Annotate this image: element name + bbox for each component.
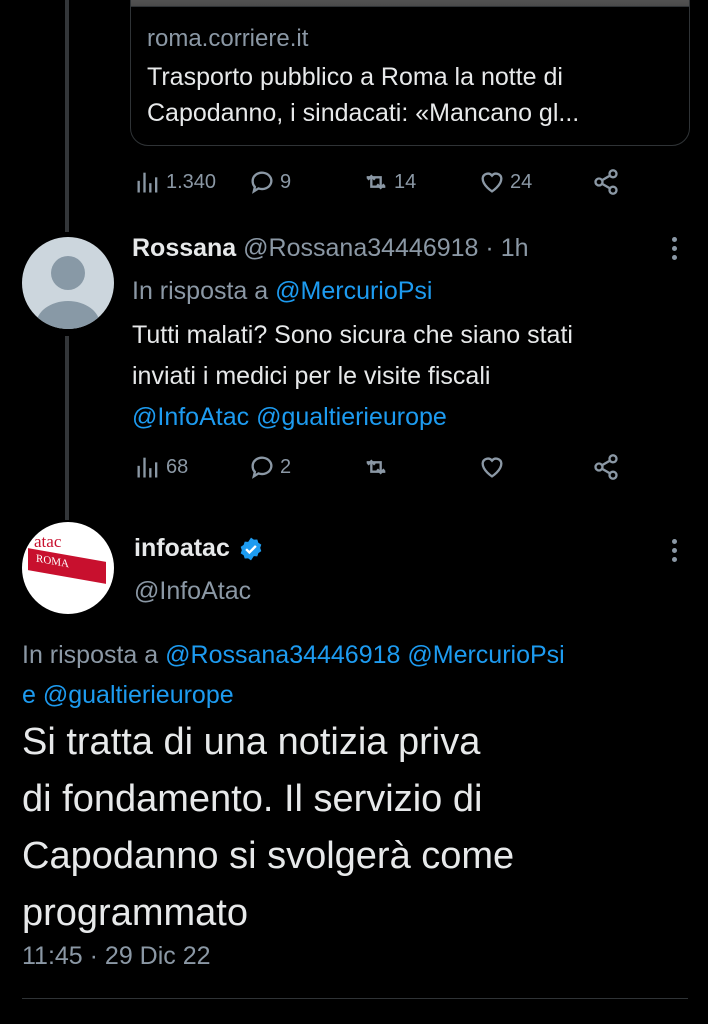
like-button[interactable] (478, 453, 510, 481)
link-preview-domain: roma.corriere.it (147, 25, 309, 52)
tweet3-header: infoatac (134, 534, 264, 563)
reply-count: 2 (280, 455, 292, 478)
mention-link[interactable]: @MercurioPsi (407, 641, 564, 669)
share-icon (594, 454, 618, 480)
share-button[interactable] (592, 168, 620, 196)
share-button[interactable] (592, 453, 620, 481)
tweet3-text: Si tratta di una notizia priva di fondam… (22, 714, 682, 942)
reply-icon (251, 171, 273, 194)
tweet2-header: Rossana @Rossana34446918 · 1h (132, 234, 529, 263)
divider (22, 998, 688, 999)
retweet-icon (366, 459, 386, 475)
thread-line-top (65, 0, 69, 232)
reply-button[interactable]: 2 (248, 453, 291, 481)
more-options-icon[interactable] (670, 539, 678, 562)
header-separator: · (485, 234, 494, 262)
mention-link[interactable]: @InfoAtac (132, 403, 249, 431)
heart-icon (481, 457, 503, 478)
reply-icon (251, 456, 273, 479)
tweet-text-line: inviati i medici per le visite fiscali (132, 362, 491, 390)
tweet-timestamp[interactable]: 11:45 · 29 Dic 22 (22, 942, 211, 971)
reply-button[interactable]: 9 (248, 168, 291, 196)
reply-context: In risposta a @MercurioPsi (132, 277, 433, 306)
reply-prefix: In risposta a (22, 641, 159, 669)
link-preview-card[interactable]: roma.corriere.it Trasporto pubblico a Ro… (130, 0, 690, 146)
retweet-button[interactable]: 14 (362, 168, 416, 196)
link-preview-title: Trasporto pubblico a Roma la notte di Ca… (147, 63, 580, 127)
mention-link[interactable]: @Rossana34446918 (165, 641, 400, 669)
atac-logo-banner-text: ROMA (36, 552, 70, 571)
tweet-text-line: Tutti malati? Sono sicura che siano stat… (132, 321, 573, 349)
views-button[interactable]: 68 (134, 453, 188, 481)
heart-icon (481, 172, 503, 193)
tweet-text-line: Si tratta di una notizia priva (22, 721, 481, 763)
reply-count: 9 (280, 170, 292, 193)
atac-logo: atac ROMA (22, 522, 114, 614)
reply-prefix: In risposta a (132, 277, 269, 305)
retweet-icon (366, 174, 386, 190)
tweet1-action-bar: 1.340 9 14 24 (134, 166, 694, 198)
views-count: 68 (166, 455, 189, 478)
tweet-text-line: programmato (22, 892, 248, 934)
reply-context: In risposta a @Rossana34446918 @Mercurio… (22, 635, 692, 715)
views-icon (137, 172, 158, 193)
tweet2-action-bar: 68 2 (134, 451, 694, 483)
like-count: 24 (510, 170, 533, 193)
mention-link[interactable]: @gualtierieurope (43, 681, 234, 709)
mention-link[interactable]: @gualtierieurope (256, 403, 447, 431)
retweet-button[interactable] (362, 453, 394, 481)
author-name[interactable]: Rossana (132, 234, 236, 262)
tweet2-text: Tutti malati? Sono sicura che siano stat… (132, 315, 692, 438)
author-handle[interactable]: @Rossana34446918 (243, 234, 478, 262)
link-preview-image (131, 0, 689, 7)
verified-badge-icon (240, 537, 262, 560)
avatar-rossana[interactable] (22, 237, 114, 329)
thread-line-middle (65, 336, 69, 520)
mention-link[interactable]: @MercurioPsi (275, 277, 432, 305)
tweet-text-line: di fondamento. Il servizio di (22, 778, 483, 820)
author-handle[interactable]: @InfoAtac (134, 577, 251, 606)
like-button[interactable]: 24 (478, 168, 532, 196)
views-count: 1.340 (166, 170, 217, 193)
reply-join: e (22, 681, 36, 709)
views-button[interactable]: 1.340 (134, 168, 216, 196)
avatar-infoatac[interactable]: atac ROMA (22, 522, 114, 614)
more-options-icon[interactable] (670, 237, 678, 260)
tweet-text-line: Capodanno si svolgerà come (22, 835, 515, 877)
author-name[interactable]: infoatac (134, 534, 230, 563)
share-icon (594, 169, 618, 195)
default-avatar-icon (36, 256, 100, 329)
views-icon (137, 457, 158, 478)
retweet-count: 14 (394, 170, 417, 193)
atac-logo-banner: ROMA (28, 548, 106, 584)
tweet-time[interactable]: 1h (501, 234, 529, 262)
